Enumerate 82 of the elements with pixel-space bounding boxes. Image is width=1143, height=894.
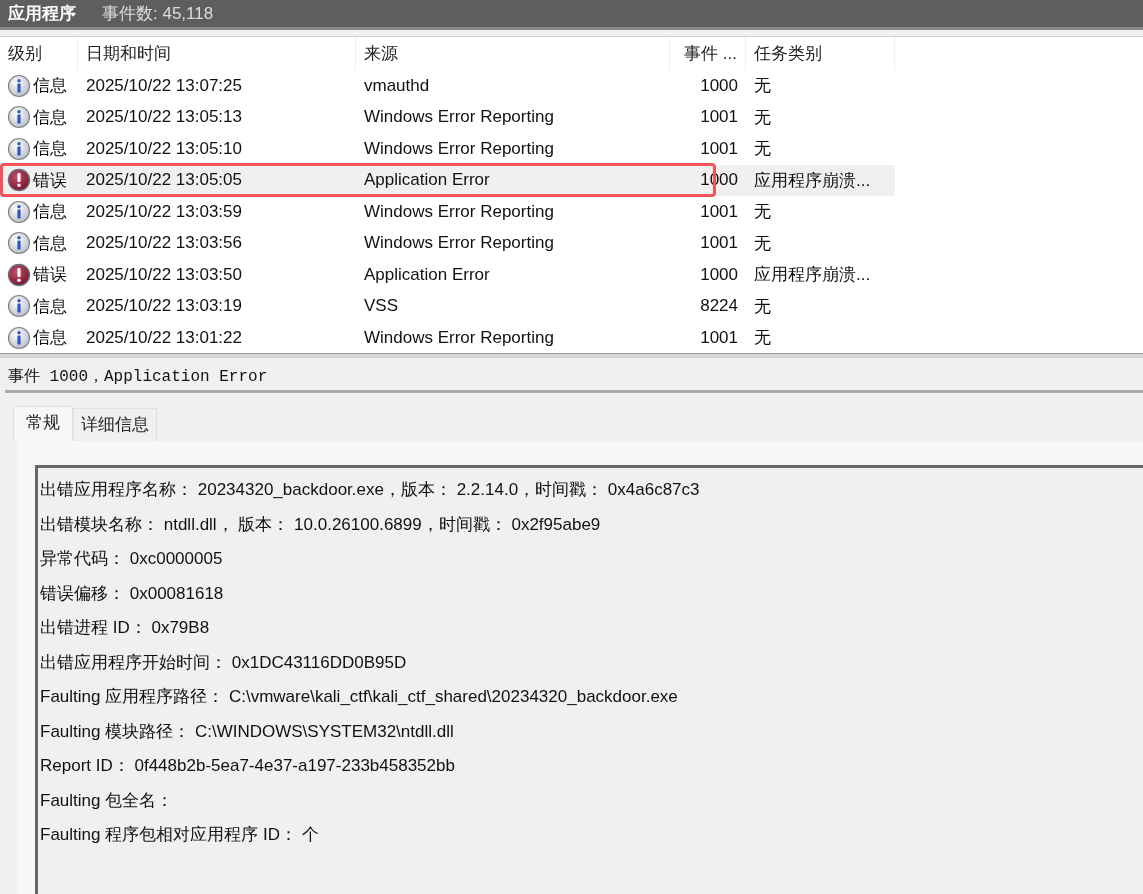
detail-line: Faulting 应用程序路径： C:\vmware\kali_ctf\kali_ctf_shared\20234320_backdoor.exe: [40, 686, 679, 708]
task-cell-text: 无: [753, 295, 772, 318]
event-id-cell-text: 1001: [699, 326, 739, 349]
event-row[interactable]: 信息 2025/10/22 13:01:22 Windows Error Reporting 1001 无: [0, 322, 895, 353]
level-text: 信息: [33, 75, 67, 98]
level-text: 信息: [33, 138, 67, 161]
date-cell-text: 2025/10/22 13:05:10: [85, 137, 243, 160]
level-text: 错误: [33, 264, 67, 287]
level-text: 信息: [33, 295, 67, 318]
source-cell-text: Windows Error Reporting: [363, 137, 555, 160]
level-text: 信息: [33, 327, 67, 350]
column-header[interactable]: 事件 ...: [670, 37, 746, 70]
detail-line: 出错应用程序开始时间： 0x1DC43116DD0B95D: [40, 651, 408, 674]
source-cell-text: Windows Error Reporting: [363, 232, 555, 255]
date-cell-text: 2025/10/22 13:01:22: [85, 326, 243, 349]
source-cell-text: VSS: [363, 295, 400, 318]
info-icon: [7, 294, 31, 319]
log-title: 应用程序: [8, 3, 76, 25]
info-icon: [7, 325, 31, 350]
detail-line: 出错进程 ID： 0x79B8: [40, 617, 211, 639]
source-cell-text: Windows Error Reporting: [363, 106, 555, 129]
event-id-cell-text: 1001: [699, 106, 739, 129]
source-cell-text: Application Error: [363, 169, 491, 192]
error-icon: [7, 262, 31, 287]
date-cell-text: 2025/10/22 13:07:25: [85, 74, 243, 97]
source-cell-text: vmauthd: [363, 74, 431, 97]
source-cell-text: Windows Error Reporting: [363, 326, 555, 349]
error-icon: [7, 168, 31, 193]
task-cell-text: 应用程序崩溃...: [753, 169, 872, 192]
detail-line: 异常代码： 0xc0000005: [40, 548, 224, 570]
event-count: 事件数: 45,118: [102, 3, 214, 25]
event-title: 事件 1000，Application Error: [7, 367, 269, 388]
level-text: 信息: [33, 106, 67, 129]
detail-line: Faulting 包全名：: [40, 789, 175, 812]
info-icon: [7, 136, 31, 161]
detail-line: Faulting 模块路径： C:\WINDOWS\SYSTEM32\ntdll.dll: [40, 720, 455, 743]
detail-line: 错误偏移： 0x00081618: [40, 582, 225, 605]
task-cell-text: 无: [753, 106, 772, 129]
event-id-cell-text: 1001: [699, 232, 739, 255]
task-cell-text: 无: [753, 201, 772, 224]
event-id-cell-text: 8224: [699, 295, 739, 318]
info-icon: [7, 199, 31, 224]
info-icon: [7, 231, 31, 256]
date-cell-text: 2025/10/22 13:03:19: [85, 295, 243, 318]
event-row[interactable]: 信息 2025/10/22 13:03:19 VSS 8224 无: [0, 290, 895, 322]
level-text: 信息: [33, 201, 67, 224]
event-row[interactable]: 信息 2025/10/22 13:03:56 Windows Error Reporting 1001 无: [0, 227, 895, 259]
event-row[interactable]: 信息 2025/10/22 13:05:10 Windows Error Reporting 1001 无: [0, 133, 895, 165]
event-id-cell-text: 1000: [699, 74, 739, 97]
date-cell-text: 2025/10/22 13:05:13: [85, 106, 243, 129]
event-row[interactable]: 错误 2025/10/22 13:03:50 Application Error 1000 应用程序崩溃...: [0, 259, 895, 291]
source-cell-text: Application Error: [363, 263, 491, 286]
event-row[interactable]: 信息 2025/10/22 13:03:59 Windows Error Reporting 1001 无: [0, 196, 895, 228]
event-row[interactable]: 信息 2025/10/22 13:07:25 vmauthd 1000 无: [0, 70, 895, 102]
info-icon: [7, 73, 31, 98]
tab[interactable]: 详细信息: [73, 408, 157, 441]
task-cell-text: 无: [753, 138, 772, 161]
source-cell-text: Windows Error Reporting: [363, 200, 555, 223]
column-header[interactable]: 来源: [356, 37, 670, 70]
event-row[interactable]: 信息 2025/10/22 13:05:13 Windows Error Reporting 1001 无: [0, 101, 895, 133]
column-header[interactable]: 级别: [0, 37, 78, 70]
info-icon: [7, 105, 31, 130]
date-cell-text: 2025/10/22 13:03:56: [85, 232, 243, 255]
detail-line: 出错应用程序名称： 20234320_backdoor.exe，版本： 2.2.14.0，时间戳： 0x4a6c87c3: [40, 479, 701, 501]
detail-line: Faulting 程序包相对应用程序 ID： 个: [40, 824, 320, 846]
task-cell-text: 无: [753, 75, 772, 98]
detail-line: 出错模块名称： ntdll.dll， 版本： 10.0.26100.6899，时间戳： 0x2f95abe9: [40, 513, 602, 536]
task-cell-text: 无: [753, 327, 772, 350]
tab[interactable]: 常规: [13, 406, 73, 441]
event-id-cell-text: 1001: [699, 137, 739, 160]
date-cell-text: 2025/10/22 13:03:50: [85, 263, 243, 286]
level-text: 错误: [33, 169, 67, 192]
level-text: 信息: [33, 232, 67, 255]
task-cell-text: 应用程序崩溃...: [753, 264, 872, 287]
column-header[interactable]: 日期和时间: [78, 37, 356, 70]
date-cell-text: 2025/10/22 13:03:59: [85, 200, 243, 223]
event-id-cell-text: 1001: [699, 200, 739, 223]
event-id-cell-text: 1000: [699, 263, 739, 286]
detail-line: Report ID： 0f448b2b-5ea7-4e37-a197-233b458352bb: [40, 755, 456, 777]
column-header[interactable]: 任务类别: [746, 37, 895, 70]
date-cell-text: 2025/10/22 13:05:05: [85, 169, 243, 192]
task-cell-text: 无: [753, 232, 772, 255]
